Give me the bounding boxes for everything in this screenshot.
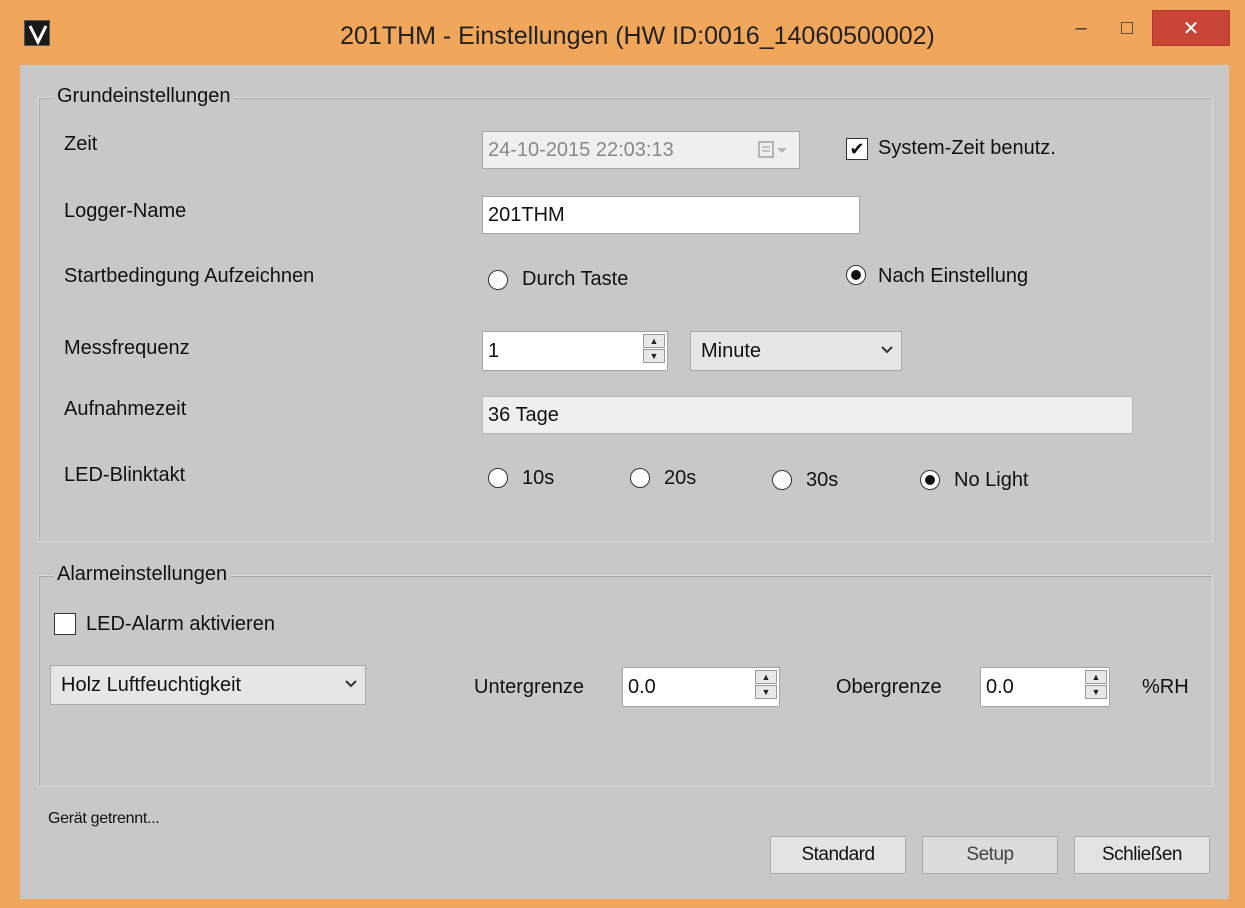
time-datepicker[interactable]: 24-10-2015 22:03:13 — [482, 131, 800, 169]
system-time-label: System-Zeit benutz. — [878, 137, 1056, 159]
alarm-settings-title: Alarmeinstellungen — [53, 563, 232, 586]
led-blink-label: LED-Blinktakt — [64, 464, 186, 486]
frequency-unit-value: Minute — [701, 339, 762, 362]
spin-up-icon[interactable]: ▲ — [1085, 670, 1107, 684]
led-10s-label: 10s — [522, 467, 555, 489]
start-condition-label: Startbedingung Aufzeichnen — [64, 265, 315, 287]
frequency-value: 1 — [488, 339, 500, 362]
setup-button[interactable]: Setup — [922, 836, 1058, 874]
lower-limit-value: 0.0 — [628, 675, 656, 698]
recording-time-label: Aufnahmezeit — [64, 398, 187, 420]
unit-label: %RH — [1142, 676, 1189, 698]
logger-name-label: Logger-Name — [64, 200, 187, 222]
lower-limit-stepper[interactable]: 0.0 ▲ ▼ — [622, 667, 780, 707]
spin-down-icon[interactable]: ▼ — [755, 685, 777, 699]
frequency-stepper[interactable]: 1 ▲ ▼ — [482, 331, 668, 371]
chevron-down-icon — [881, 340, 893, 365]
basic-settings-title: Grundeinstellungen — [53, 85, 235, 108]
start-by-button-radio[interactable] — [488, 270, 508, 290]
minimize-button[interactable]: – — [1058, 10, 1104, 46]
system-time-checkbox[interactable]: ✔ — [846, 138, 868, 160]
led-no-light-radio[interactable] — [920, 470, 940, 490]
start-after-setup-label: Nach Einstellung — [878, 265, 1029, 287]
logger-name-value: 201THM — [488, 203, 565, 226]
upper-limit-spin[interactable]: ▲ ▼ — [1085, 670, 1107, 700]
upper-limit-stepper[interactable]: 0.0 ▲ ▼ — [980, 667, 1110, 707]
maximize-button[interactable]: □ — [1104, 10, 1150, 46]
settings-window: 201THM - Einstellungen (HW ID:0016_14060… — [0, 0, 1245, 908]
frequency-unit-select[interactable]: Minute — [690, 331, 902, 371]
spin-up-icon[interactable]: ▲ — [755, 670, 777, 684]
start-by-button-label: Durch Taste — [522, 268, 629, 290]
standard-button[interactable]: Standard — [770, 836, 906, 874]
spin-up-icon[interactable]: ▲ — [643, 334, 665, 348]
time-label: Zeit — [64, 133, 98, 155]
start-after-setup-radio[interactable] — [846, 265, 866, 285]
logger-name-input[interactable]: 201THM — [482, 196, 860, 234]
led-20s-radio[interactable] — [630, 468, 650, 488]
lower-limit-spin[interactable]: ▲ ▼ — [755, 670, 777, 700]
recording-time-field: 36 Tage — [482, 396, 1133, 434]
connection-status: Gerät getrennt... — [48, 810, 160, 827]
led-alarm-checkbox[interactable] — [54, 613, 76, 635]
title-bar[interactable]: 201THM - Einstellungen (HW ID:0016_14060… — [0, 0, 1245, 65]
frequency-label: Messfrequenz — [64, 337, 190, 359]
led-30s-radio[interactable] — [772, 470, 792, 490]
alarm-sensor-value: Holz Luftfeuchtigkeit — [61, 673, 242, 696]
time-value: 24-10-2015 22:03:13 — [488, 138, 674, 161]
led-20s-label: 20s — [664, 467, 697, 489]
led-30s-label: 30s — [806, 469, 839, 491]
dialog-client-area: Grundeinstellungen Zeit 24-10-2015 22:03… — [20, 65, 1229, 899]
upper-limit-value: 0.0 — [986, 675, 1014, 698]
upper-limit-label: Obergrenze — [836, 676, 942, 698]
led-10s-radio[interactable] — [488, 468, 508, 488]
alarm-sensor-select[interactable]: Holz Luftfeuchtigkeit — [50, 665, 366, 705]
led-alarm-label: LED-Alarm aktivieren — [86, 613, 275, 635]
close-button[interactable]: Schließen — [1074, 836, 1210, 874]
frequency-spin[interactable]: ▲ ▼ — [643, 334, 665, 364]
calendar-dropdown-icon[interactable] — [757, 140, 791, 160]
recording-time-value: 36 Tage — [488, 403, 559, 426]
close-window-button[interactable]: ✕ — [1152, 10, 1230, 46]
spin-down-icon[interactable]: ▼ — [1085, 685, 1107, 699]
lower-limit-label: Untergrenze — [474, 676, 585, 698]
spin-down-icon[interactable]: ▼ — [643, 349, 665, 363]
chevron-down-icon — [345, 674, 357, 699]
led-no-light-label: No Light — [954, 469, 1029, 491]
